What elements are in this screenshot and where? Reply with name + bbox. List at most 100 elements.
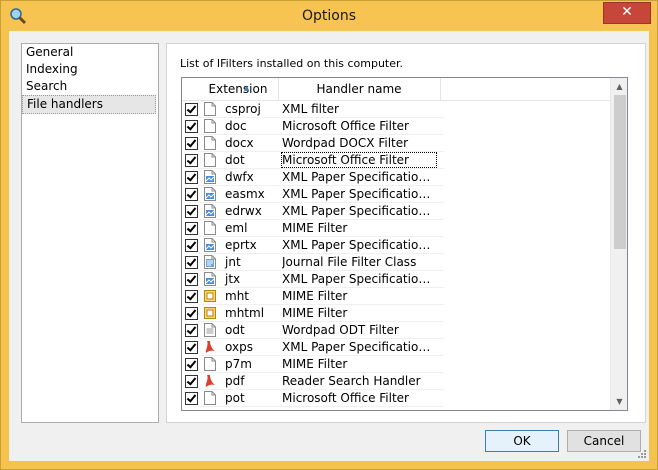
table-row[interactable]: odt Wordpad ODT Filter xyxy=(182,322,612,339)
enable-checkbox[interactable] xyxy=(185,324,198,337)
column-header-extension[interactable]: ▲ Extension xyxy=(199,78,277,100)
journal-file-icon xyxy=(204,255,216,269)
extension-cell: eml xyxy=(225,221,248,235)
scroll-up-arrow-icon[interactable]: ▲ xyxy=(611,78,627,95)
table-row[interactable]: jtx XML Paper Specification Filter xyxy=(182,271,612,288)
table-row[interactable]: oxps XML Paper Specification Filter xyxy=(182,339,612,356)
enable-checkbox[interactable] xyxy=(185,222,198,235)
extension-cell: p7m xyxy=(225,357,252,371)
enable-checkbox[interactable] xyxy=(185,171,198,184)
extension-cell: pdf xyxy=(225,374,245,388)
extension-cell: mht xyxy=(225,289,249,303)
extension-cell: dot xyxy=(225,153,245,167)
handler-name-cell: MIME Filter xyxy=(282,357,348,371)
column-separator[interactable] xyxy=(440,78,441,100)
handler-name-cell: Microsoft Office Filter xyxy=(281,152,437,168)
dialog-body: General Indexing Search File handlers List … xyxy=(9,31,649,461)
blank-file-icon xyxy=(204,102,216,116)
scroll-down-arrow-icon[interactable]: ▼ xyxy=(611,393,627,410)
list-rows: csproj XML filter doc Microsoft Office Filt… xyxy=(182,101,612,407)
table-row[interactable]: edrwx XML Paper Specification Filter xyxy=(182,203,612,220)
pdf-file-icon xyxy=(205,375,215,387)
options-window: Options ✕ General Indexing Search File hand… xyxy=(0,0,658,470)
table-row[interactable]: eprtx XML Paper Specification Filter xyxy=(182,237,612,254)
enable-checkbox[interactable] xyxy=(185,392,198,405)
handler-name-cell: Wordpad ODT Filter xyxy=(282,323,399,337)
mht-file-icon xyxy=(204,307,216,319)
table-row[interactable]: jnt Journal File Filter Class xyxy=(182,254,612,271)
options-nav-list[interactable]: General Indexing Search File handlers xyxy=(21,43,159,423)
enable-checkbox[interactable] xyxy=(185,290,198,303)
table-row[interactable]: easmx XML Paper Specification Filter xyxy=(182,186,612,203)
mht-file-icon xyxy=(204,290,216,302)
enable-checkbox[interactable] xyxy=(185,341,198,354)
table-row[interactable]: pot Microsoft Office Filter xyxy=(182,390,612,407)
ifilters-label: List of IFilters installed on this compu… xyxy=(180,57,404,70)
handler-name-cell: MIME Filter xyxy=(282,306,348,320)
enable-checkbox[interactable] xyxy=(185,120,198,133)
nav-item-indexing[interactable]: Indexing xyxy=(22,61,158,78)
enable-checkbox[interactable] xyxy=(185,205,198,218)
extension-cell: easmx xyxy=(225,187,265,201)
table-row[interactable]: mht MIME Filter xyxy=(182,288,612,305)
enable-checkbox[interactable] xyxy=(185,103,198,116)
extension-cell: csproj xyxy=(225,102,261,116)
enable-checkbox[interactable] xyxy=(185,188,198,201)
handler-name-cell: MIME Filter xyxy=(282,221,348,235)
table-row[interactable]: doc Microsoft Office Filter xyxy=(182,118,612,135)
extension-cell: docx xyxy=(225,136,254,150)
table-row[interactable]: eml MIME Filter xyxy=(182,220,612,237)
window-title: Options xyxy=(301,8,357,24)
extension-cell: oxps xyxy=(225,340,253,354)
enable-checkbox[interactable] xyxy=(185,256,198,269)
nav-item-file-handlers[interactable]: File handlers xyxy=(22,95,156,114)
ok-button[interactable]: OK xyxy=(485,430,559,452)
cancel-button[interactable]: Cancel xyxy=(567,430,641,452)
table-row[interactable]: pdf Reader Search Handler xyxy=(182,373,612,390)
scroll-thumb[interactable] xyxy=(614,95,626,249)
handler-name-cell: XML Paper Specification Filter xyxy=(282,204,436,218)
table-row[interactable]: dot Microsoft Office Filter xyxy=(182,152,612,169)
table-row[interactable]: csproj XML filter xyxy=(182,101,612,118)
row-divider xyxy=(199,406,444,407)
table-row[interactable]: dwfx XML Paper Specification Filter xyxy=(182,169,612,186)
table-row[interactable]: p7m MIME Filter xyxy=(182,356,612,373)
text-file-icon xyxy=(204,323,216,337)
resize-grip-icon[interactable] xyxy=(636,448,646,458)
handler-name-cell: Microsoft Office Filter xyxy=(282,391,409,405)
xps-file-icon xyxy=(204,238,216,252)
extension-cell: edrwx xyxy=(225,204,262,218)
blank-file-icon xyxy=(204,357,216,371)
handler-name-cell: Reader Search Handler xyxy=(282,374,421,388)
title-bar[interactable]: Options ✕ xyxy=(1,1,657,31)
enable-checkbox[interactable] xyxy=(185,273,198,286)
handler-name-cell: XML filter xyxy=(282,102,339,116)
vertical-scrollbar[interactable]: ▲ ▼ xyxy=(610,78,627,410)
extension-cell: jnt xyxy=(225,255,241,269)
table-row[interactable]: mhtml MIME Filter xyxy=(182,305,612,322)
handler-name-cell: XML Paper Specification Filter xyxy=(282,238,436,252)
xps-file-icon xyxy=(204,187,216,201)
blank-file-icon xyxy=(204,136,216,150)
enable-checkbox[interactable] xyxy=(185,137,198,150)
nav-item-general[interactable]: General xyxy=(22,44,158,61)
nav-item-search[interactable]: Search xyxy=(22,78,158,95)
sort-ascending-icon: ▲ xyxy=(244,84,250,92)
blank-file-icon xyxy=(204,119,216,133)
file-handlers-panel: List of IFilters installed on this compu… xyxy=(166,43,646,423)
handler-name-cell: Microsoft Office Filter xyxy=(282,119,409,133)
column-header-handler-name[interactable]: Handler name xyxy=(279,78,439,100)
ifilter-list[interactable]: ▲ Extension Handler name csproj XML filte… xyxy=(181,77,628,411)
enable-checkbox[interactable] xyxy=(185,239,198,252)
extension-cell: pot xyxy=(225,391,245,405)
enable-checkbox[interactable] xyxy=(185,307,198,320)
table-row[interactable]: docx Wordpad DOCX Filter xyxy=(182,135,612,152)
handler-name-cell: Journal File Filter Class xyxy=(282,255,417,269)
enable-checkbox[interactable] xyxy=(185,358,198,371)
list-header: ▲ Extension Handler name xyxy=(182,78,612,101)
close-button[interactable]: ✕ xyxy=(603,2,651,24)
enable-checkbox[interactable] xyxy=(185,154,198,167)
enable-checkbox[interactable] xyxy=(185,375,198,388)
extension-cell: eprtx xyxy=(225,238,257,252)
extension-cell: jtx xyxy=(225,272,241,286)
